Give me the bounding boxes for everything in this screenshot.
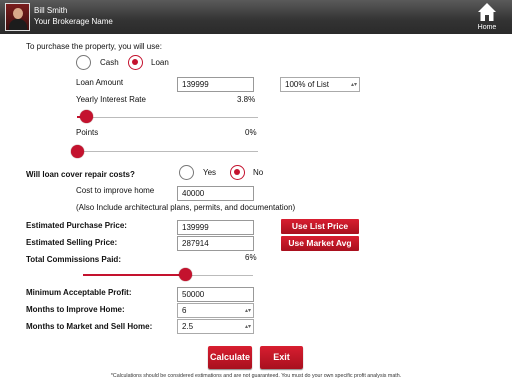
loan-amount-field[interactable]: 139999 <box>177 77 254 92</box>
selling-price-field[interactable]: 287914 <box>177 236 254 251</box>
exit-button[interactable]: Exit <box>260 346 303 369</box>
loan-radio[interactable] <box>128 55 143 70</box>
points-label: Points <box>76 128 99 137</box>
points-value: 0% <box>245 128 257 137</box>
disclaimer-footnote: *Calculations should be considered estim… <box>110 373 402 379</box>
purchase-price-label: Estimated Purchase Price: <box>26 221 127 230</box>
user-name: Bill Smith <box>34 6 68 15</box>
min-profit-field[interactable]: 50000 <box>177 287 254 302</box>
commissions-label: Total Commissions Paid: <box>26 255 121 264</box>
points-slider-thumb[interactable] <box>70 145 84 158</box>
months-sell-label: Months to Market and Sell Home: <box>26 322 153 331</box>
home-label: Home <box>477 24 497 31</box>
repair-note: (Also Include architectural plans, permi… <box>76 203 296 212</box>
improve-cost-field[interactable]: 40000 <box>177 186 254 201</box>
min-profit-label: Minimum Acceptable Profit: <box>26 288 132 297</box>
repair-yes-radio[interactable] <box>179 165 194 180</box>
purchase-heading: To purchase the property, you will use: <box>26 42 162 51</box>
repair-yes-label: Yes <box>203 168 217 177</box>
interest-rate-slider-thumb[interactable] <box>79 110 93 123</box>
commissions-slider-thumb[interactable] <box>178 268 192 281</box>
interest-rate-label: Yearly Interest Rate <box>76 95 146 104</box>
selling-price-label: Estimated Selling Price: <box>26 238 118 247</box>
commissions-value: 6% <box>245 253 257 262</box>
percent-of-list-value: 100% of List <box>285 80 330 89</box>
use-list-price-button[interactable]: Use List Price <box>281 219 359 234</box>
calculate-button[interactable]: Calculate <box>208 346 252 369</box>
cash-radio[interactable] <box>76 55 91 70</box>
percent-of-list-select[interactable]: 100% of List ▴▾ <box>280 77 360 92</box>
points-slider-track[interactable] <box>77 151 258 152</box>
months-improve-value: 6 <box>182 306 187 315</box>
improve-cost-label: Cost to improve home <box>76 186 155 195</box>
interest-rate-slider-track[interactable] <box>77 117 258 118</box>
loan-label: Loan <box>151 58 169 67</box>
months-improve-select[interactable]: 6 ▴▾ <box>177 303 254 318</box>
loan-amount-label: Loan Amount <box>76 78 124 87</box>
avatar <box>5 3 30 31</box>
purchase-price-field[interactable]: 139999 <box>177 220 254 235</box>
home-button[interactable]: Home <box>474 2 500 33</box>
use-market-avg-button[interactable]: Use Market Avg <box>281 236 359 251</box>
repair-question: Will loan cover repair costs? <box>26 170 135 179</box>
chevron-up-down-icon: ▴▾ <box>244 324 251 330</box>
months-improve-label: Months to Improve Home: <box>26 305 125 314</box>
commissions-slider-fill <box>83 274 185 276</box>
repair-no-label: No <box>253 168 264 177</box>
cash-label: Cash <box>100 58 119 67</box>
chevron-up-down-icon: ▴▾ <box>350 82 357 88</box>
months-sell-select[interactable]: 2.5 ▴▾ <box>177 319 254 334</box>
months-sell-value: 2.5 <box>182 322 194 331</box>
repair-no-radio[interactable] <box>230 165 245 180</box>
top-bar: Bill Smith Your Brokerage Name Home <box>0 0 512 34</box>
interest-rate-value: 3.8% <box>237 95 256 104</box>
home-icon <box>478 3 496 21</box>
brokerage-name: Your Brokerage Name <box>34 17 113 26</box>
chevron-up-down-icon: ▴▾ <box>244 308 251 314</box>
